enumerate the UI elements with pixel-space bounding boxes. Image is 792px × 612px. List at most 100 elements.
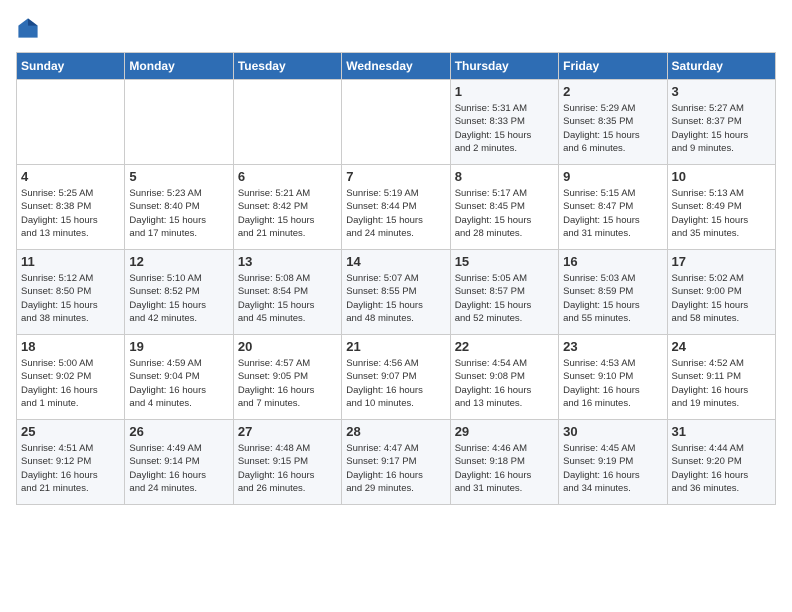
calendar-cell: 21 Sunrise: 4:56 AM Sunset: 9:07 PM Dayli…	[342, 335, 450, 420]
day-header-friday: Friday	[559, 53, 667, 80]
day-number: 16	[563, 254, 662, 269]
week-row-4: 18 Sunrise: 5:00 AM Sunset: 9:02 PM Dayli…	[17, 335, 776, 420]
day-header-monday: Monday	[125, 53, 233, 80]
day-header-tuesday: Tuesday	[233, 53, 341, 80]
calendar-cell: 27 Sunrise: 4:48 AM Sunset: 9:15 PM Dayli…	[233, 420, 341, 505]
day-number: 6	[238, 169, 337, 184]
calendar-cell: 17 Sunrise: 5:02 AM Sunset: 9:00 PM Dayli…	[667, 250, 775, 335]
day-info: Sunrise: 5:00 AM Sunset: 9:02 PM Dayligh…	[21, 357, 120, 410]
day-info: Sunrise: 4:56 AM Sunset: 9:07 PM Dayligh…	[346, 357, 445, 410]
calendar-cell: 8Sunrise: 5:17 AM Sunset: 8:45 PM Daylig…	[450, 165, 558, 250]
day-info: Sunrise: 5:17 AM Sunset: 8:45 PM Dayligh…	[455, 187, 554, 240]
day-info: Sunrise: 5:29 AM Sunset: 8:35 PM Dayligh…	[563, 102, 662, 155]
week-row-5: 25 Sunrise: 4:51 AM Sunset: 9:12 PM Dayli…	[17, 420, 776, 505]
day-number: 27	[238, 424, 337, 439]
day-info: Sunrise: 5:25 AM Sunset: 8:38 PM Dayligh…	[21, 187, 120, 240]
day-info: Sunrise: 5:10 AM Sunset: 8:52 PM Dayligh…	[129, 272, 228, 325]
calendar-cell: 28 Sunrise: 4:47 AM Sunset: 9:17 PM Dayli…	[342, 420, 450, 505]
day-number: 4	[21, 169, 120, 184]
calendar-cell: 3 Sunrise: 5:27 AM Sunset: 8:37 PM Daylig…	[667, 80, 775, 165]
calendar-cell: 23Sunrise: 4:53 AM Sunset: 9:10 PM Dayli…	[559, 335, 667, 420]
day-number: 5	[129, 169, 228, 184]
calendar-cell: 25 Sunrise: 4:51 AM Sunset: 9:12 PM Dayli…	[17, 420, 125, 505]
day-info: Sunrise: 5:08 AM Sunset: 8:54 PM Dayligh…	[238, 272, 337, 325]
day-info: Sunrise: 5:15 AM Sunset: 8:47 PM Dayligh…	[563, 187, 662, 240]
calendar-table: SundayMondayTuesdayWednesdayThursdayFrid…	[16, 52, 776, 505]
day-number: 10	[672, 169, 771, 184]
calendar-cell: 31 Sunrise: 4:44 AM Sunset: 9:20 PM Dayli…	[667, 420, 775, 505]
day-number: 3	[672, 84, 771, 99]
day-info: Sunrise: 5:21 AM Sunset: 8:42 PM Dayligh…	[238, 187, 337, 240]
calendar-cell: 26 Sunrise: 4:49 AM Sunset: 9:14 PM Dayli…	[125, 420, 233, 505]
calendar-cell: 15 Sunrise: 5:05 AM Sunset: 8:57 PM Dayli…	[450, 250, 558, 335]
calendar-cell: 13 Sunrise: 5:08 AM Sunset: 8:54 PM Dayli…	[233, 250, 341, 335]
day-info: Sunrise: 4:57 AM Sunset: 9:05 PM Dayligh…	[238, 357, 337, 410]
day-number: 25	[21, 424, 120, 439]
day-number: 24	[672, 339, 771, 354]
day-header-wednesday: Wednesday	[342, 53, 450, 80]
day-info: Sunrise: 4:59 AM Sunset: 9:04 PM Dayligh…	[129, 357, 228, 410]
day-info: Sunrise: 4:49 AM Sunset: 9:14 PM Dayligh…	[129, 442, 228, 495]
calendar-cell	[342, 80, 450, 165]
day-info: Sunrise: 5:31 AM Sunset: 8:33 PM Dayligh…	[455, 102, 554, 155]
calendar-cell	[125, 80, 233, 165]
calendar-cell	[17, 80, 125, 165]
calendar-body: 1 Sunrise: 5:31 AM Sunset: 8:33 PM Daylig…	[17, 80, 776, 505]
calendar-cell: 24Sunrise: 4:52 AM Sunset: 9:11 PM Dayli…	[667, 335, 775, 420]
calendar-cell: 6 Sunrise: 5:21 AM Sunset: 8:42 PM Daylig…	[233, 165, 341, 250]
day-number: 31	[672, 424, 771, 439]
calendar-cell: 29 Sunrise: 4:46 AM Sunset: 9:18 PM Dayli…	[450, 420, 558, 505]
day-number: 13	[238, 254, 337, 269]
day-info: Sunrise: 5:23 AM Sunset: 8:40 PM Dayligh…	[129, 187, 228, 240]
day-info: Sunrise: 5:27 AM Sunset: 8:37 PM Dayligh…	[672, 102, 771, 155]
day-info: Sunrise: 4:53 AM Sunset: 9:10 PM Dayligh…	[563, 357, 662, 410]
day-number: 30	[563, 424, 662, 439]
calendar-cell: 20Sunrise: 4:57 AM Sunset: 9:05 PM Dayli…	[233, 335, 341, 420]
day-number: 15	[455, 254, 554, 269]
day-number: 11	[21, 254, 120, 269]
calendar-cell: 14Sunrise: 5:07 AM Sunset: 8:55 PM Dayli…	[342, 250, 450, 335]
day-info: Sunrise: 4:51 AM Sunset: 9:12 PM Dayligh…	[21, 442, 120, 495]
day-number: 26	[129, 424, 228, 439]
day-info: Sunrise: 5:03 AM Sunset: 8:59 PM Dayligh…	[563, 272, 662, 325]
calendar-cell: 11 Sunrise: 5:12 AM Sunset: 8:50 PM Dayli…	[17, 250, 125, 335]
day-header-sunday: Sunday	[17, 53, 125, 80]
day-info: Sunrise: 4:44 AM Sunset: 9:20 PM Dayligh…	[672, 442, 771, 495]
calendar-cell: 19 Sunrise: 4:59 AM Sunset: 9:04 PM Dayli…	[125, 335, 233, 420]
day-info: Sunrise: 4:47 AM Sunset: 9:17 PM Dayligh…	[346, 442, 445, 495]
day-info: Sunrise: 5:12 AM Sunset: 8:50 PM Dayligh…	[21, 272, 120, 325]
calendar-cell: 10 Sunrise: 5:13 AM Sunset: 8:49 PM Dayli…	[667, 165, 775, 250]
day-number: 28	[346, 424, 445, 439]
day-number: 12	[129, 254, 228, 269]
day-info: Sunrise: 4:54 AM Sunset: 9:08 PM Dayligh…	[455, 357, 554, 410]
day-info: Sunrise: 4:46 AM Sunset: 9:18 PM Dayligh…	[455, 442, 554, 495]
page-header	[16, 16, 776, 40]
day-info: Sunrise: 5:07 AM Sunset: 8:55 PM Dayligh…	[346, 272, 445, 325]
calendar-cell: 4 Sunrise: 5:25 AM Sunset: 8:38 PM Daylig…	[17, 165, 125, 250]
day-number: 22	[455, 339, 554, 354]
calendar-cell	[233, 80, 341, 165]
day-number: 21	[346, 339, 445, 354]
day-info: Sunrise: 5:19 AM Sunset: 8:44 PM Dayligh…	[346, 187, 445, 240]
day-number: 18	[21, 339, 120, 354]
calendar-cell: 12 Sunrise: 5:10 AM Sunset: 8:52 PM Dayli…	[125, 250, 233, 335]
day-number: 19	[129, 339, 228, 354]
logo	[16, 16, 44, 40]
day-number: 7	[346, 169, 445, 184]
day-info: Sunrise: 5:13 AM Sunset: 8:49 PM Dayligh…	[672, 187, 771, 240]
day-info: Sunrise: 5:05 AM Sunset: 8:57 PM Dayligh…	[455, 272, 554, 325]
day-info: Sunrise: 4:48 AM Sunset: 9:15 PM Dayligh…	[238, 442, 337, 495]
calendar-cell: 22 Sunrise: 4:54 AM Sunset: 9:08 PM Dayli…	[450, 335, 558, 420]
day-number: 1	[455, 84, 554, 99]
day-number: 17	[672, 254, 771, 269]
days-header-row: SundayMondayTuesdayWednesdayThursdayFrid…	[17, 53, 776, 80]
logo-icon	[16, 16, 40, 40]
week-row-1: 1 Sunrise: 5:31 AM Sunset: 8:33 PM Daylig…	[17, 80, 776, 165]
week-row-3: 11 Sunrise: 5:12 AM Sunset: 8:50 PM Dayli…	[17, 250, 776, 335]
day-info: Sunrise: 5:02 AM Sunset: 9:00 PM Dayligh…	[672, 272, 771, 325]
day-header-thursday: Thursday	[450, 53, 558, 80]
calendar-cell: 2Sunrise: 5:29 AM Sunset: 8:35 PM Daylig…	[559, 80, 667, 165]
calendar-cell: 7 Sunrise: 5:19 AM Sunset: 8:44 PM Daylig…	[342, 165, 450, 250]
day-info: Sunrise: 4:45 AM Sunset: 9:19 PM Dayligh…	[563, 442, 662, 495]
day-number: 29	[455, 424, 554, 439]
